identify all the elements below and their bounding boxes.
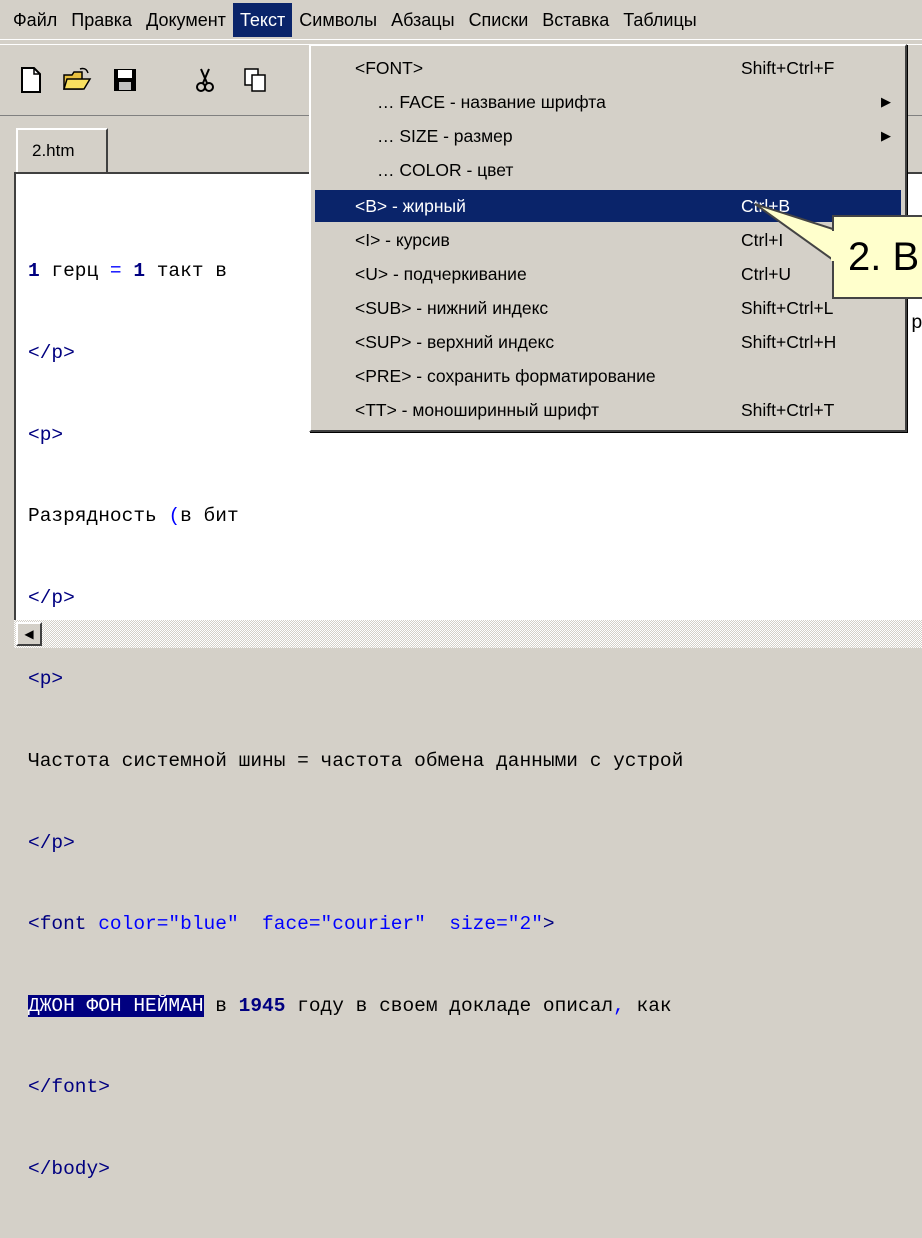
code-line: ДЖОН ФОН НЕЙМАН в 1945 году в своем докл…: [28, 994, 672, 1017]
code-line: <p>: [28, 668, 64, 691]
code-line: </font>: [28, 1076, 110, 1099]
code-line: </p>: [28, 831, 75, 854]
callout-pointer-cover: [831, 231, 839, 261]
code-line: </body>: [28, 1157, 110, 1180]
code-line: <font color="blue" face="courier" size="…: [28, 913, 555, 936]
selected-text[interactable]: ДЖОН ФОН НЕЙМАН: [28, 994, 204, 1017]
code-line: Частота системной шины = частота обмена …: [28, 749, 684, 772]
